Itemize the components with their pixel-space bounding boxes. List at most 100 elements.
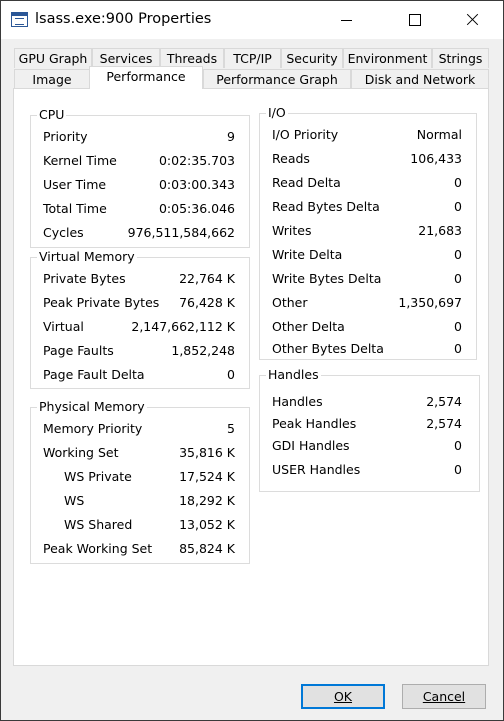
io-group-title: I/O [266,104,288,122]
tab-disk-and-network[interactable]: Disk and Network [351,69,489,89]
peak-handles-value: 2,574 [426,416,462,431]
io-row-write-bytes-delta: Write Bytes Delta 0 [260,270,476,288]
io-row-priority: I/O Priority Normal [260,126,476,144]
io-row-writes: Writes 21,683 [260,222,476,240]
user-time-label: User Time [43,177,107,192]
io-row-other: Other 1,350,697 [260,294,476,312]
tab-services[interactable]: Services [92,48,160,68]
performance-panel: CPU Priority 9 Kernel Time 0:02:35.703 Use… [13,88,489,666]
tab-environment[interactable]: Environment [343,48,432,68]
cpu-row-user-time: User Time 0:03:00.343 [31,176,249,194]
pm-row-ws-private: WS Private 17,524 K [31,468,249,486]
tab-security[interactable]: Security [281,48,343,68]
io-row-read-bytes-delta: Read Bytes Delta 0 [260,198,476,216]
read-bytes-delta-value: 0 [454,199,462,214]
vm-row-virtual: Virtual 2,147,662,112 K [31,318,249,336]
physical-memory-group-title: Physical Memory [37,398,147,416]
title-bar[interactable]: lsass.exe:900 Properties [1,1,503,39]
handles-row-handles: Handles 2,574 [260,393,479,411]
tab-performance-graph[interactable]: Performance Graph [203,69,351,89]
handles-group-title: Handles [266,366,321,384]
tab-performance[interactable]: Performance [89,66,203,89]
ok-button[interactable]: OK [301,684,385,709]
memory-priority-value: 5 [227,421,235,436]
io-priority-value: Normal [416,127,462,142]
cancel-button[interactable]: Cancel [402,684,486,709]
cpu-group: CPU Priority 9 Kernel Time 0:02:35.703 Use… [30,106,250,248]
maximize-button[interactable] [392,1,438,39]
peak-working-set-label: Peak Working Set [43,541,153,556]
page-faults-value: 1,852,248 [171,343,235,358]
peak-handles-label: Peak Handles [272,416,357,431]
user-handles-value: 0 [454,462,462,477]
private-bytes-label: Private Bytes [43,271,126,286]
private-bytes-value: 22,764 K [179,271,235,286]
other-bytes-delta-value: 0 [454,341,462,356]
io-group: I/O I/O Priority Normal Reads 106,433 Read… [259,104,477,360]
peak-working-set-value: 85,824 K [179,541,235,556]
page-fault-delta-value: 0 [227,367,235,382]
reads-value: 106,433 [410,151,462,166]
working-set-label: Working Set [43,445,119,460]
other-delta-label: Other Delta [272,319,345,334]
peak-private-bytes-label: Peak Private Bytes [43,295,160,310]
total-time-value: 0:05:36.046 [158,201,235,216]
cpu-row-priority: Priority 9 [31,128,249,146]
virtual-memory-group: Virtual Memory Private Bytes 22,764 K Pea… [30,248,250,389]
vm-row-page-fault-delta: Page Fault Delta 0 [31,366,249,384]
memory-priority-label: Memory Priority [43,421,143,436]
io-row-other-delta: Other Delta 0 [260,318,476,336]
handles-row-gdi-handles: GDI Handles 0 [260,437,479,455]
tab-tcpip[interactable]: TCP/IP [224,48,281,68]
vm-row-page-faults: Page Faults 1,852,248 [31,342,249,360]
handles-label: Handles [272,394,323,409]
user-handles-label: USER Handles [272,462,361,477]
io-row-read-delta: Read Delta 0 [260,174,476,192]
kernel-time-value: 0:02:35.703 [158,153,235,168]
reads-label: Reads [272,151,310,166]
write-delta-label: Write Delta [272,247,343,262]
app-window-icon [11,12,28,27]
tab-threads[interactable]: Threads [160,48,224,68]
pm-row-peak-working-set: Peak Working Set 85,824 K [31,540,249,558]
vm-row-peak-private-bytes: Peak Private Bytes 76,428 K [31,294,249,312]
tab-gpu-graph[interactable]: GPU Graph [14,48,92,68]
read-delta-label: Read Delta [272,175,341,190]
other-delta-value: 0 [454,319,462,334]
virtual-label: Virtual [43,319,84,334]
gdi-handles-value: 0 [454,438,462,453]
other-value: 1,350,697 [398,295,462,310]
minimize-button[interactable] [323,1,369,39]
ws-shared-value: 13,052 K [179,517,235,532]
io-priority-label: I/O Priority [272,127,339,142]
cycles-label: Cycles [43,225,84,240]
tab-image[interactable]: Image [14,69,90,89]
cpu-row-kernel-time: Kernel Time 0:02:35.703 [31,152,249,170]
write-bytes-delta-label: Write Bytes Delta [272,271,382,286]
ws-private-label: WS Private [64,469,132,484]
ws-label: WS [64,493,85,508]
close-button[interactable] [449,1,495,39]
cpu-row-cycles: Cycles 976,511,584,662 [31,224,249,242]
kernel-time-label: Kernel Time [43,153,117,168]
vm-row-private-bytes: Private Bytes 22,764 K [31,270,249,288]
cpu-row-total-time: Total Time 0:05:36.046 [31,200,249,218]
pm-row-working-set: Working Set 35,816 K [31,444,249,462]
tab-strings[interactable]: Strings [432,48,489,68]
writes-label: Writes [272,223,312,238]
physical-memory-group: Physical Memory Memory Priority 5 Working… [30,398,250,564]
pm-row-ws: WS 18,292 K [31,492,249,510]
handles-value: 2,574 [426,394,462,409]
write-delta-value: 0 [454,247,462,262]
cycles-value: 976,511,584,662 [127,225,235,240]
read-delta-value: 0 [454,175,462,190]
peak-private-bytes-value: 76,428 K [179,295,235,310]
io-row-reads: Reads 106,433 [260,150,476,168]
pm-row-memory-priority: Memory Priority 5 [31,420,249,438]
ws-shared-label: WS Shared [64,517,133,532]
ws-value: 18,292 K [179,493,235,508]
write-bytes-delta-value: 0 [454,271,462,286]
gdi-handles-label: GDI Handles [272,438,350,453]
handles-group: Handles Handles 2,574 Peak Handles 2,574 G… [259,366,480,492]
virtual-memory-group-title: Virtual Memory [37,248,137,266]
